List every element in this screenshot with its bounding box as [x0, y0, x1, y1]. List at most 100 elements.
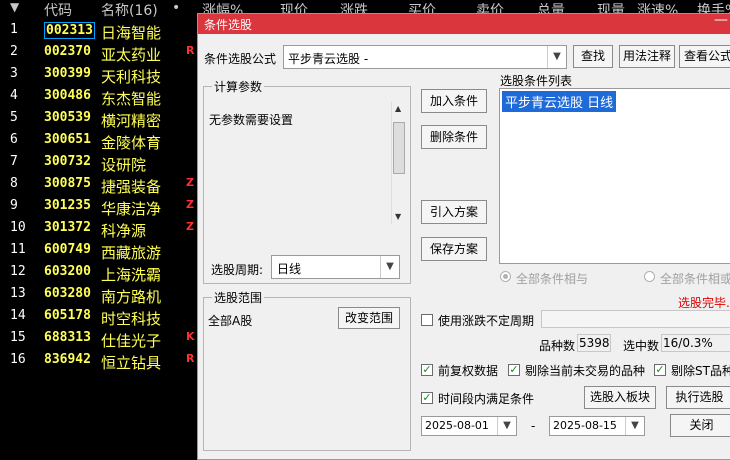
- row-index: 12: [10, 264, 26, 279]
- count-value: 5398: [579, 336, 610, 350]
- change-range-button[interactable]: 改变范围: [338, 307, 400, 329]
- stock-code: 605178: [44, 308, 91, 323]
- radio-all-or[interactable]: [644, 271, 655, 282]
- stock-row[interactable]: 1 002313 日海智能: [0, 20, 200, 42]
- use-irregular-period-label[interactable]: 使用涨跌不定周期: [438, 312, 534, 329]
- row-index: 10: [10, 220, 26, 235]
- period-value: 日线: [277, 262, 302, 276]
- save-scheme-button[interactable]: 保存方案: [421, 237, 487, 261]
- formula-select[interactable]: 平步青云选股 - ▼: [283, 45, 567, 69]
- import-scheme-button[interactable]: 引入方案: [421, 200, 487, 224]
- stock-row[interactable]: 12 603200 上海洗霸: [0, 262, 200, 284]
- dialog-title: 条件选股: [204, 18, 253, 32]
- scroll-down-icon[interactable]: ▼: [395, 212, 401, 221]
- stock-row[interactable]: 6 300651 金陵体育: [0, 130, 200, 152]
- find-button[interactable]: 查找: [573, 45, 613, 68]
- row-index: 1: [10, 22, 18, 37]
- stock-row[interactable]: 4 300486 东杰智能: [0, 86, 200, 108]
- range-value: 全部A股: [208, 314, 253, 328]
- radio-all-or-label[interactable]: 全部条件相或: [660, 270, 730, 287]
- stock-row[interactable]: 3 300399 天利科技: [0, 64, 200, 86]
- close-button[interactable]: 关闭: [670, 414, 730, 437]
- period-label: 选股周期:: [211, 263, 264, 277]
- row-index: 6: [10, 132, 18, 147]
- row-index: 3: [10, 66, 18, 81]
- stock-row[interactable]: 10 301372 科净源 Z: [0, 218, 200, 240]
- chevron-down-icon[interactable]: ▼: [547, 46, 566, 68]
- col-code[interactable]: 代码: [44, 0, 72, 20]
- stock-flag: R: [186, 352, 195, 365]
- stock-row[interactable]: 7 300732 设研院: [0, 152, 200, 174]
- col-name[interactable]: 名称(16): [101, 0, 158, 20]
- params-text: 无参数需要设置: [209, 113, 294, 127]
- dialog-titlebar[interactable]: 条件选股 —: [198, 12, 730, 34]
- count-value-box: 5398: [577, 334, 611, 352]
- time-range-label[interactable]: 时间段内满足条件: [438, 390, 534, 407]
- exclude-untraded-checkbox[interactable]: ✓: [508, 364, 520, 376]
- params-scrollbar[interactable]: ▲ ▼: [391, 102, 406, 224]
- stock-name: 仕佳光子: [101, 332, 162, 350]
- range-caption: 选股范围: [212, 289, 265, 306]
- use-irregular-period-checkbox[interactable]: [421, 314, 433, 326]
- selected-value-box: 16/0.3%: [661, 334, 730, 352]
- row-index: 15: [10, 330, 26, 345]
- date-separator: -: [531, 419, 536, 433]
- params-caption: 计算参数: [212, 78, 265, 95]
- date-from-input[interactable]: 2025-08-01 ▼: [421, 416, 517, 436]
- stock-row[interactable]: 13 603280 南方路机: [0, 284, 200, 306]
- pre-adjust-checkbox[interactable]: ✓: [421, 364, 433, 376]
- radio-all-and-label[interactable]: 全部条件相与: [516, 270, 588, 287]
- stock-row[interactable]: 2 002370 亚太药业 R: [0, 42, 200, 64]
- row-index: 9: [10, 198, 18, 213]
- stock-row[interactable]: 14 605178 时空科技: [0, 306, 200, 328]
- stock-code: 300651: [44, 132, 91, 147]
- condition-list[interactable]: 平步青云选股 日线: [499, 88, 730, 264]
- stock-code: 002313: [44, 22, 95, 39]
- delete-condition-button[interactable]: 删除条件: [421, 125, 487, 149]
- stock-code: 600749: [44, 242, 91, 257]
- stock-name: 亚太药业: [101, 46, 162, 64]
- exclude-st-label[interactable]: 剔除ST品种: [671, 362, 730, 379]
- stock-row[interactable]: 5 300539 横河精密: [0, 108, 200, 130]
- stock-code: 603200: [44, 264, 91, 279]
- calendar-dropdown-icon[interactable]: ▼: [625, 417, 644, 435]
- chevron-down-icon[interactable]: ▼: [380, 256, 399, 278]
- time-range-checkbox[interactable]: ✓: [421, 392, 433, 404]
- scroll-up-icon[interactable]: ▲: [395, 104, 401, 113]
- formula-label: 条件选股公式: [204, 52, 277, 66]
- stock-name: 日海智能: [101, 24, 162, 42]
- period-select[interactable]: 日线 ▼: [271, 255, 400, 279]
- exclude-untraded-label[interactable]: 剔除当前未交易的品种: [525, 362, 645, 379]
- stock-code: 300539: [44, 110, 91, 125]
- view-formula-button[interactable]: 查看公式: [679, 45, 730, 68]
- usage-notes-button[interactable]: 用法注释: [619, 45, 675, 68]
- stock-name: 时空科技: [101, 310, 162, 328]
- radio-all-and[interactable]: [500, 271, 511, 282]
- row-index: 5: [10, 110, 18, 125]
- stock-row[interactable]: 16 836942 恒立钻具 R: [0, 350, 200, 372]
- date-to-input[interactable]: 2025-08-15 ▼: [549, 416, 645, 436]
- add-condition-button[interactable]: 加入条件: [421, 89, 487, 113]
- selected-label: 选中数: [623, 339, 660, 353]
- stock-row[interactable]: 9 301235 华康洁净 Z: [0, 196, 200, 218]
- exclude-st-checkbox[interactable]: ✓: [654, 364, 666, 376]
- stock-row[interactable]: 11 600749 西藏旅游: [0, 240, 200, 262]
- sort-arrow-icon[interactable]: ▼: [10, 0, 19, 14]
- scroll-thumb[interactable]: [393, 122, 405, 174]
- minimize-icon[interactable]: —: [714, 12, 728, 32]
- select-to-board-button[interactable]: 选股入板块: [584, 386, 656, 409]
- pre-adjust-label[interactable]: 前复权数据: [438, 362, 498, 379]
- irregular-period-input[interactable]: [541, 310, 730, 328]
- calendar-dropdown-icon[interactable]: ▼: [497, 417, 516, 435]
- stock-name: 南方路机: [101, 288, 162, 306]
- stock-code: 301372: [44, 220, 91, 235]
- count-label: 品种数: [539, 339, 576, 353]
- range-group: 选股范围 全部A股 改变范围: [203, 289, 411, 451]
- stock-row[interactable]: 8 300875 捷强装备 Z: [0, 174, 200, 196]
- row-index: 13: [10, 286, 26, 301]
- execute-button[interactable]: 执行选股: [666, 386, 730, 409]
- stock-name: 金陵体育: [101, 134, 162, 152]
- stock-name: 天利科技: [101, 68, 162, 86]
- stock-row[interactable]: 15 688313 仕佳光子 K: [0, 328, 200, 350]
- condition-list-item[interactable]: 平步青云选股 日线: [502, 91, 617, 112]
